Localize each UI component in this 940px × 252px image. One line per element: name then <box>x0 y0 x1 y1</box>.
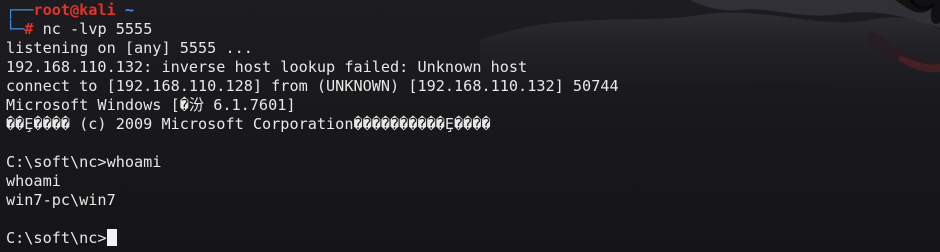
prompt-corner-top: ┌── <box>6 1 34 19</box>
output-line: connect to [192.168.110.128] from (UNKNO… <box>6 77 619 95</box>
output-line <box>6 210 940 229</box>
output-line: Microsoft Windows [�汾 6.1.7601] <box>6 96 296 114</box>
output-line: win7-pc\win7 <box>6 191 116 209</box>
text-cursor[interactable] <box>106 229 117 246</box>
terminal-output: ┌──root@kali ~ └─# nc -lvp 5555 listenin… <box>6 1 940 248</box>
prompt-user-host: root@kali <box>33 1 116 19</box>
prompt-corner-bottom: └─ <box>6 20 25 38</box>
prompt-symbol: # <box>24 20 34 38</box>
output-line: C:\soft\nc>whoami <box>6 153 162 171</box>
terminal-window[interactable]: ┌──root@kali ~ └─# nc -lvp 5555 listenin… <box>0 0 940 252</box>
output-line: ��Ȩ���� (c) 2009 Microsoft Corporation��… <box>6 115 491 133</box>
shell-prompt: C:\soft\nc> <box>6 229 107 247</box>
output-line: listening on [any] 5555 ... <box>6 39 253 57</box>
output-line: whoami <box>6 172 61 190</box>
output-line: 192.168.110.132: inverse host lookup fai… <box>6 58 528 76</box>
current-input-line[interactable]: C:\soft\nc> <box>6 229 940 248</box>
prompt-path: ~ <box>124 1 135 19</box>
command-text: nc -lvp 5555 <box>42 20 153 38</box>
output-line <box>6 134 940 153</box>
prompt-command-line: └─# nc -lvp 5555 <box>6 20 940 39</box>
prompt-header-line: ┌──root@kali ~ <box>6 1 940 20</box>
